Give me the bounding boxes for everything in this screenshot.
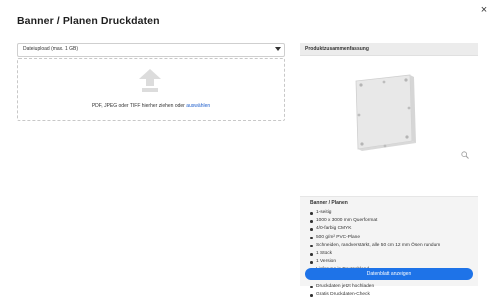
close-icon[interactable]: ×	[477, 3, 491, 17]
file-dropzone[interactable]: PDF, JPEG oder TIFF hierher ziehen oder …	[17, 58, 285, 121]
product-features-list: 1-seitig 1000 x 3000 mm Querformat 4/0-f…	[310, 209, 476, 299]
feature-item: Druckdaten jetzt hochladen	[310, 283, 476, 291]
product-image	[355, 74, 416, 151]
summary-header: Produktzusammenfassung	[300, 43, 478, 56]
dialog-title: Banner / Planen Druckdaten	[17, 15, 160, 27]
magnifier-icon[interactable]	[461, 151, 469, 159]
product-summary-panel: Produktzusammenfassung Banner / Planen 1…	[300, 43, 478, 297]
select-file-link[interactable]: auswählen	[186, 103, 210, 109]
product-image-area	[300, 56, 478, 197]
dropzone-text: PDF, JPEG oder TIFF hierher ziehen oder …	[18, 103, 284, 109]
feature-item: 1 Version	[310, 258, 476, 266]
feature-item: 1000 x 3000 mm Querformat	[310, 217, 476, 225]
feature-item: 1 Stück	[310, 250, 476, 258]
feature-item: 4/0-farbig CMYK	[310, 225, 476, 233]
file-upload-select-label: Dateiupload (max. 1 GB)	[23, 46, 79, 52]
product-title: Banner / Planen	[310, 200, 348, 206]
chevron-down-icon	[275, 47, 281, 51]
feature-item: 1-seitig	[310, 209, 476, 217]
summary-heading: Produktzusammenfassung	[305, 46, 369, 52]
feature-item: 500 g/m² PVC-Plane	[310, 234, 476, 242]
upload-dialog: Banner / Planen Druckdaten × Dateiupload…	[0, 0, 491, 307]
upload-arrow-icon	[139, 69, 161, 92]
feature-item: Schneiden, randverstärkt, alle 50 cm 12 …	[310, 242, 476, 250]
file-upload-select[interactable]: Dateiupload (max. 1 GB)	[17, 43, 285, 57]
dropzone-instructions: PDF, JPEG oder TIFF hierher ziehen oder	[91, 103, 187, 109]
feature-item: Gratis Druckdaten-Check	[310, 291, 476, 299]
datasheet-button[interactable]: Datenblatt anzeigen	[305, 268, 473, 280]
